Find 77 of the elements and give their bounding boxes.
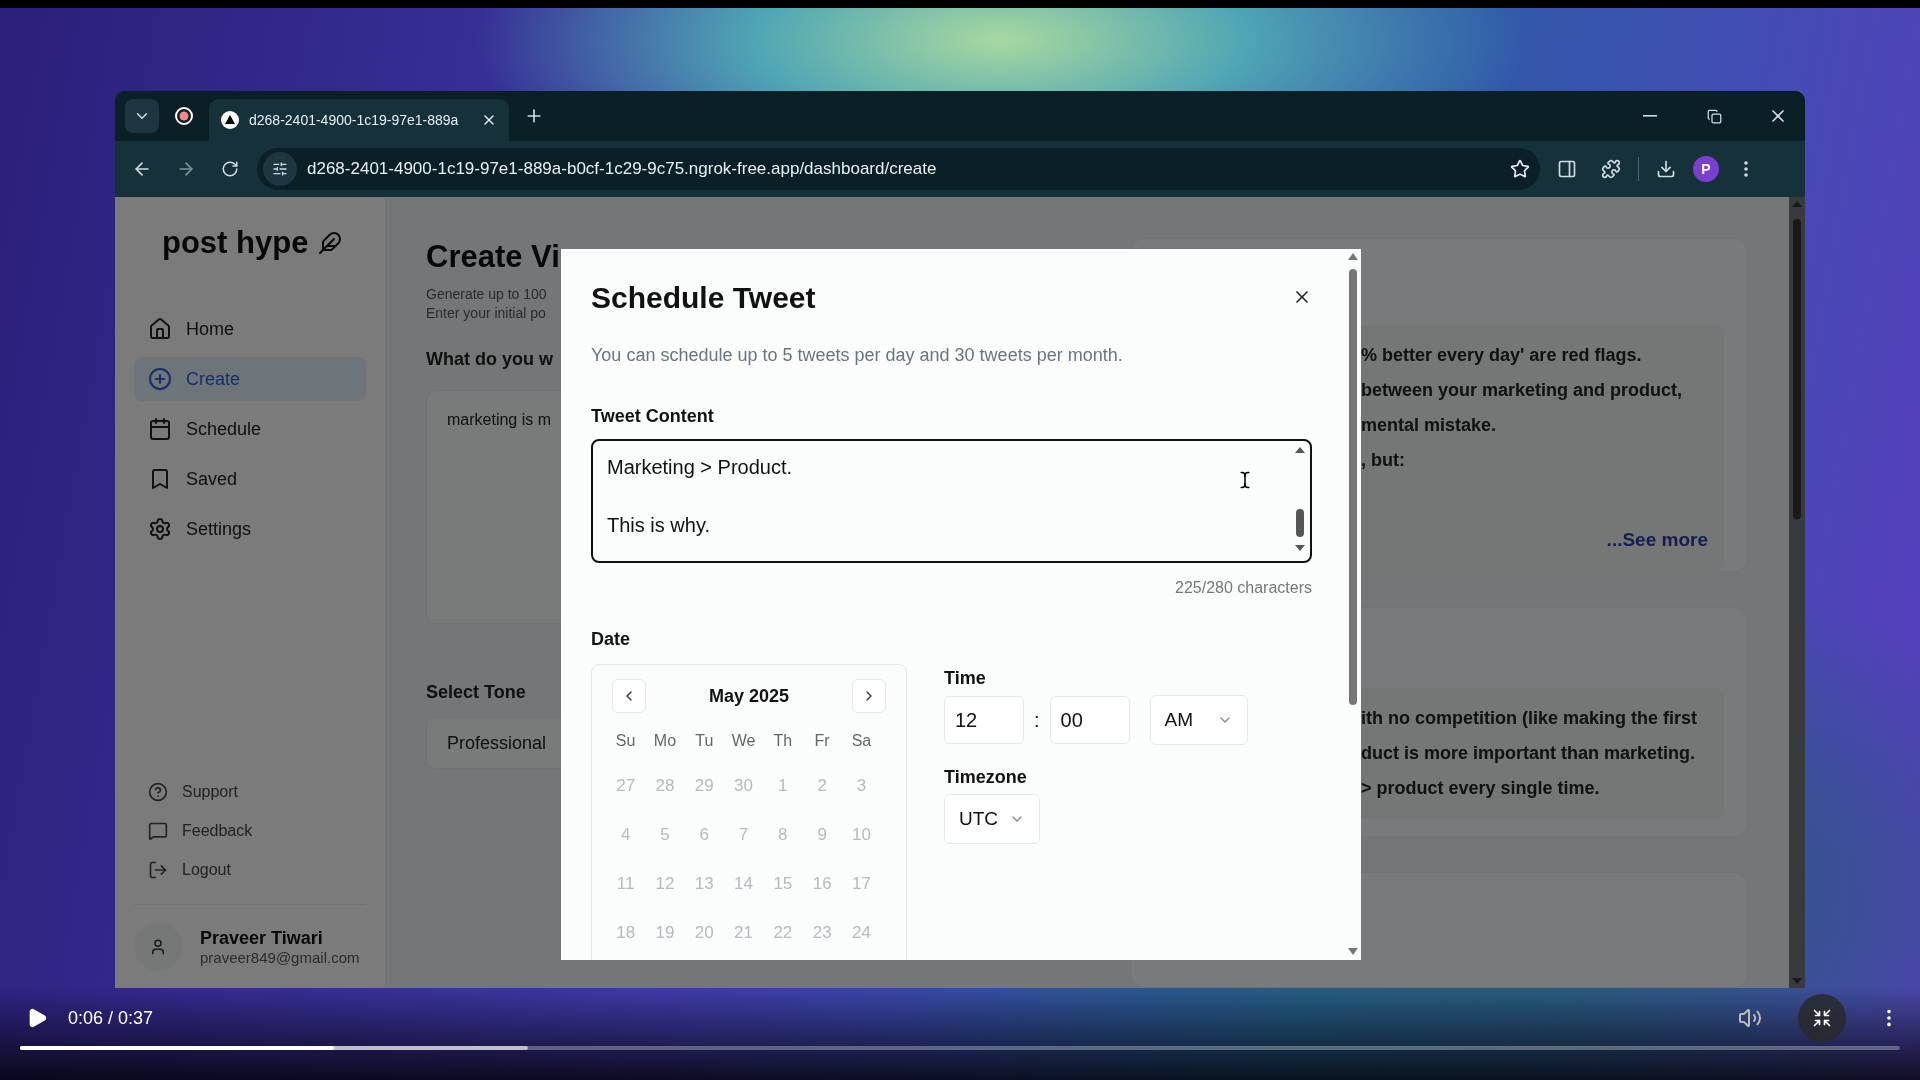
field-scrollbar[interactable] xyxy=(1294,447,1306,551)
puzzle-icon xyxy=(1601,159,1621,179)
minute-field[interactable]: 00 xyxy=(1049,696,1130,744)
user-name: Praveer Tiwari xyxy=(200,927,324,949)
tweet-content-field[interactable]: Marketing > Product. This is why. xyxy=(591,439,1312,563)
logout-link[interactable]: Logout xyxy=(148,857,366,882)
dialog-description: You can schedule up to 5 tweets per day and 30 tweets per month. xyxy=(591,345,1124,366)
gear-icon xyxy=(148,517,172,541)
content-label: Tweet Content xyxy=(591,406,715,427)
prompt-label: What do you w xyxy=(426,349,553,370)
hour-field[interactable]: 12 xyxy=(944,696,1024,744)
star-icon[interactable] xyxy=(1510,159,1530,179)
app-logo: post hype xyxy=(162,225,309,261)
nav-item[interactable]: Home xyxy=(134,307,366,351)
weekday-label: We xyxy=(730,731,757,751)
weekday-label: Su xyxy=(614,731,637,751)
tab-title: d268-2401-4900-1c19-97e1-889a xyxy=(249,112,460,128)
weekday-label: Tu xyxy=(694,731,715,751)
post-text: duct is more important than marketing. xyxy=(1361,743,1697,764)
tone-label: Select Tone xyxy=(426,682,526,703)
timezone-label: Timezone xyxy=(944,767,1028,788)
user-email: praveer849@gmail.com xyxy=(200,948,360,966)
time-separator: : xyxy=(1034,708,1040,732)
see-more-link[interactable]: ...See more xyxy=(1606,529,1708,551)
download-icon xyxy=(1656,159,1676,179)
address-bar[interactable]: d268-2401-4900-1c19-97e1-889a-b0cf-1c29-9c75.ngrok-free.app/dashboard/create xyxy=(257,148,1540,190)
post-text: between your marketing and product, xyxy=(1361,380,1684,401)
profile-avatar[interactable]: P xyxy=(1693,156,1719,182)
logout-icon xyxy=(148,859,168,880)
video-progress-bar[interactable] xyxy=(20,1046,1900,1050)
exit-fullscreen-button[interactable] xyxy=(1798,994,1846,1042)
weekday-label: Fr xyxy=(813,731,831,751)
period-select[interactable]: AM xyxy=(1149,695,1248,745)
volume-icon[interactable] xyxy=(1738,1006,1762,1030)
month-title: May 2025 xyxy=(708,685,790,707)
menu-icon xyxy=(1744,161,1748,177)
post-text: % better every day' are red flags. xyxy=(1361,345,1643,366)
side-panel-icon xyxy=(1557,159,1577,179)
feedback-link[interactable]: Feedback xyxy=(148,818,366,843)
date-label: Date xyxy=(591,629,631,650)
post-text: , but: xyxy=(1361,450,1406,471)
page-subtitle: Generate up to 100 xyxy=(426,285,547,304)
url-text: d268-2401-4900-1c19-97e1-889a-b0cf-1c29-9c75.ngrok-free.app/dashboard/create xyxy=(307,159,938,179)
reload-icon xyxy=(221,160,239,178)
weekday-label: Mo xyxy=(652,731,678,751)
page-title: Create Vi xyxy=(426,239,560,275)
nav-item[interactable]: Create xyxy=(134,357,366,401)
chat-bubble-icon xyxy=(148,820,168,841)
feather-icon xyxy=(318,231,343,255)
post-text: ith no competition (like making the first xyxy=(1361,708,1699,729)
character-counter: 225/280 characters xyxy=(1175,579,1312,597)
record-icon xyxy=(174,106,194,126)
post-text: mental mistake. xyxy=(1361,415,1498,436)
restore-icon xyxy=(1706,108,1722,124)
plus-circle-icon xyxy=(148,367,172,391)
time-label: Time xyxy=(944,668,987,689)
site-settings-button[interactable] xyxy=(263,152,297,186)
page-subtitle: Enter your initial po xyxy=(426,304,546,323)
nav-item[interactable]: Schedule xyxy=(134,407,366,451)
nav-item[interactable]: Settings xyxy=(134,507,366,551)
timezone-select[interactable]: UTC xyxy=(944,794,1040,844)
browser-tab[interactable]: d268-2401-4900-1c19-97e1-889a xyxy=(209,99,509,141)
support-link[interactable]: Support xyxy=(148,779,366,804)
video-time: 0:06 / 0:37 xyxy=(68,1007,154,1029)
post-text: > product every single time. xyxy=(1361,778,1601,799)
dialog-title: Schedule Tweet xyxy=(591,281,816,315)
help-circle-icon xyxy=(148,781,168,802)
minimize-icon xyxy=(1643,115,1657,117)
calendar-icon xyxy=(148,417,172,441)
tab-list-button[interactable] xyxy=(125,99,159,133)
page-scrollbar[interactable] xyxy=(1789,197,1805,988)
shrink-icon xyxy=(1812,1008,1832,1028)
sliders-icon xyxy=(272,161,288,177)
home-icon xyxy=(148,317,172,341)
weekday-label: Sa xyxy=(850,731,873,751)
weekday-label: Th xyxy=(772,731,794,751)
nav-item[interactable]: Saved xyxy=(134,457,366,501)
